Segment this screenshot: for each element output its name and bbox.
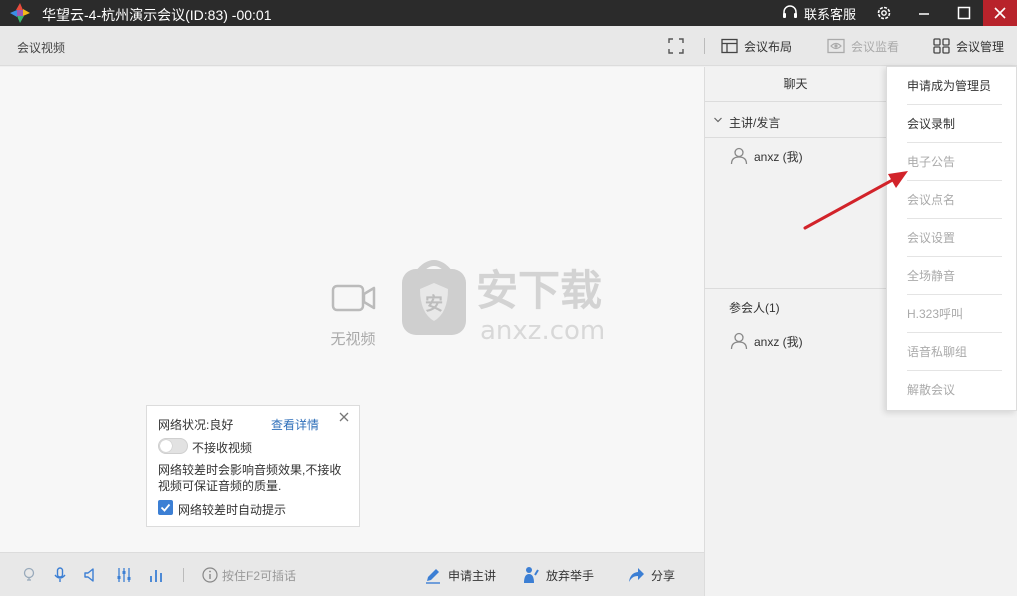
- speaker-section-label: 主讲/发言: [729, 116, 781, 130]
- person-hand-icon: [524, 567, 539, 583]
- lower-hand-button[interactable]: 放弃举手: [522, 565, 594, 585]
- bottom-control-bar: 按住F2可插话 申请主讲 放弃举手 分享: [0, 552, 704, 596]
- monitor-button[interactable]: 会议监看: [827, 36, 899, 56]
- minimize-icon: [919, 13, 929, 15]
- lower-hand-label: 放弃举手: [546, 568, 595, 583]
- network-description: 网络较差时会影响音频效果,不接收视频可保证音频的质量.: [158, 463, 342, 493]
- grid-manage-icon: [933, 38, 950, 54]
- camera-off-icon: [331, 284, 376, 312]
- gear-icon: [877, 6, 891, 20]
- participants-section-label: 参会人(1): [729, 301, 780, 315]
- menu-item-mute-all[interactable]: 全场静音: [907, 257, 1002, 295]
- menu-item-recording[interactable]: 会议录制: [907, 105, 1002, 143]
- layout-icon: [721, 38, 738, 54]
- watermark-url: anxz.com: [480, 316, 605, 345]
- bulb-icon[interactable]: [21, 567, 37, 583]
- close-icon: [994, 7, 1006, 19]
- close-button[interactable]: [983, 0, 1017, 26]
- close-panel-icon[interactable]: [337, 410, 351, 424]
- view-details-link[interactable]: 查看详情: [271, 416, 319, 433]
- participant-list-item[interactable]: anxz (我): [730, 330, 803, 352]
- support-button[interactable]: 联系客服: [782, 3, 856, 23]
- chevron-down-icon: [714, 117, 722, 123]
- participant-name: anxz (我): [754, 334, 803, 349]
- meeting-toolbar: 会议视频 会议布局 会议监看 会议管理: [0, 26, 1017, 66]
- no-video-text: 无视频: [330, 331, 376, 348]
- layout-label: 会议布局: [744, 39, 793, 54]
- menu-item-end-meeting[interactable]: 解散会议: [907, 371, 1002, 409]
- checkmark-icon: [160, 503, 171, 512]
- maximize-button[interactable]: [946, 0, 982, 26]
- info-icon: [202, 567, 218, 583]
- signal-bars-icon[interactable]: [148, 567, 164, 583]
- manage-label: 会议管理: [956, 39, 1005, 54]
- menu-item-announcement[interactable]: 电子公告: [907, 143, 1002, 181]
- manage-button[interactable]: 会议管理: [933, 36, 1004, 56]
- speaker-list-item[interactable]: anxz (我): [730, 145, 803, 167]
- toggle-knob: [160, 440, 172, 452]
- title-bar: 华望云-4-杭州演示会议(ID:83) -00:01 联系客服: [0, 0, 1017, 26]
- menu-item-roll-call[interactable]: 会议点名: [907, 181, 1002, 219]
- manage-dropdown-menu: 申请成为管理员 会议录制 电子公告 会议点名 会议设置 全场静音 H.323呼叫…: [886, 66, 1017, 411]
- user-icon: [730, 332, 748, 350]
- menu-item-apply-admin[interactable]: 申请成为管理员: [907, 67, 1002, 105]
- network-status-panel: 网络状况:良好 查看详情 不接收视频 网络较差时会影响音频效果,不接收视频可保证…: [146, 405, 360, 527]
- bottom-divider: [183, 568, 184, 582]
- menu-item-h323-call[interactable]: H.323呼叫: [907, 295, 1002, 333]
- f2-hint: 按住F2可插话: [202, 567, 296, 583]
- monitor-label: 会议监看: [851, 39, 900, 54]
- support-label: 联系客服: [804, 6, 857, 22]
- share-arrow-icon: [629, 568, 644, 582]
- fullscreen-icon[interactable]: [668, 38, 684, 54]
- network-status-text: 网络状况:良好: [158, 418, 234, 432]
- minimize-button[interactable]: [906, 0, 942, 26]
- share-label: 分享: [651, 568, 676, 583]
- watermark-logo: 安 安下载 anxz.com: [402, 260, 605, 345]
- video-area: 无视频 安 安下载 anxz.com 网络状况:良好 查看详情 不接收视频 网络…: [0, 67, 704, 552]
- menu-item-settings[interactable]: 会议设置: [907, 219, 1002, 257]
- apply-speaker-button[interactable]: 申请主讲: [424, 565, 496, 585]
- share-button[interactable]: 分享: [627, 565, 675, 585]
- annotation-arrow: [803, 171, 908, 230]
- maximize-icon: [957, 6, 971, 20]
- tab-chat[interactable]: 聊天: [705, 67, 886, 102]
- f2-hint-text: 按住F2可插话: [222, 568, 297, 583]
- toolbar-divider: [704, 38, 705, 54]
- auto-hint-label: 网络较差时自动提示: [178, 503, 287, 517]
- speaker-icon[interactable]: [83, 567, 99, 583]
- pen-raise-icon: [426, 569, 440, 584]
- layout-button[interactable]: 会议布局: [721, 36, 792, 56]
- receive-video-label: 不接收视频: [192, 441, 253, 455]
- section-label: 会议视频: [17, 41, 66, 55]
- settings-button[interactable]: [866, 0, 902, 26]
- watermark-text: 安下载: [476, 266, 602, 315]
- eye-monitor-icon: [827, 38, 845, 54]
- apply-speaker-label: 申请主讲: [448, 568, 497, 583]
- speaker-name: anxz (我): [754, 149, 803, 164]
- headset-icon: [783, 5, 797, 18]
- menu-item-private-voice[interactable]: 语音私聊组: [907, 333, 1002, 371]
- equalizer-icon[interactable]: [116, 567, 132, 583]
- auto-hint-checkbox[interactable]: [158, 500, 173, 515]
- no-video-placeholder: 无视频: [326, 281, 380, 349]
- svg-text:安: 安: [425, 293, 443, 315]
- window-title: 华望云-4-杭州演示会议(ID:83) -00:01: [42, 7, 272, 23]
- receive-video-toggle[interactable]: [158, 438, 188, 454]
- microphone-icon[interactable]: [52, 567, 68, 583]
- app-logo-icon: [10, 3, 30, 23]
- user-icon: [730, 147, 748, 165]
